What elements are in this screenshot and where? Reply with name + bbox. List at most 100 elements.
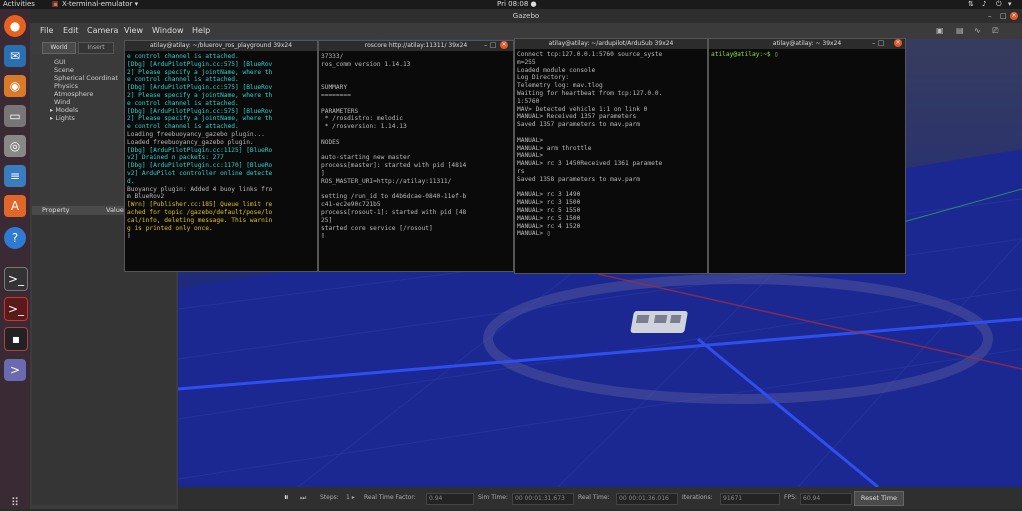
network-icon[interactable]: ⇅: [968, 0, 974, 9]
terminal-line: started core service [/rosout]: [321, 224, 433, 232]
terminal-line: * /rosversion: 1.14.13: [321, 123, 407, 131]
clock[interactable]: Pri 08:08 ●: [497, 0, 537, 9]
steps-label: Steps:: [320, 494, 339, 501]
reset-time-button[interactable]: Reset Time: [854, 491, 904, 506]
terminal-small-icon[interactable]: ▪: [4, 327, 28, 351]
terminal-line: MANUAL> rc 5 1500: [517, 214, 581, 222]
terminal-line: process[master]: started with pid [4814: [321, 162, 467, 170]
terminal-line: MANUAL> arm throttle: [517, 144, 592, 152]
terminal-output: Connect tcp:127.0.0.1:5760 source_syste m…: [517, 51, 705, 273]
tab-world[interactable]: World: [42, 42, 76, 54]
terminal-line: ros_comm version 1.14.13: [321, 60, 411, 68]
bluerov-model[interactable]: [630, 311, 688, 333]
real-time-label: Real Time:: [578, 494, 610, 501]
minimize-icon[interactable]: – □: [484, 40, 496, 50]
terminal-line: 37333/: [321, 53, 344, 60]
terminal-ardusub[interactable]: atilay@atilay: ~/ardupilot/ArduSub 39x24…: [514, 38, 708, 274]
terminal-line: m BlueRov2: [127, 193, 165, 201]
fps-label: FPS:: [784, 494, 797, 501]
terminal-output: atilay@atilay:~$ ▯: [711, 51, 903, 273]
terminal-line: ​: [321, 100, 511, 108]
terminal-line: 2] Please specify a jointName, where th: [127, 115, 273, 123]
terminal-line: process[rosout-1]: started with pid [48: [321, 208, 467, 216]
terminal-line: Saved 1357 parameters to mav.parm: [517, 121, 640, 129]
minimize-icon[interactable]: –: [988, 9, 992, 23]
value-column: Value: [106, 206, 124, 214]
terminal-line: Loaded module console: [517, 66, 596, 74]
terminal-output: 37333/ros_comm version 1.14.13​​SUMMARY=…: [321, 53, 511, 271]
terminal-line: g is printed only once.: [127, 224, 213, 232]
menu-help[interactable]: Help: [192, 23, 210, 39]
gazebo-title-bar: Gazebo – □ ×: [30, 9, 1022, 23]
screenshot-icon[interactable]: ▤: [956, 23, 964, 39]
gazebo-bottom-toolbar: ⏸ ⏭ Steps: 1 ▸ Real Time Factor: 0.94 Si…: [178, 487, 1022, 509]
terminal-line: 2] Please specify a jointName, where th: [127, 68, 273, 76]
terminal-output: e control channel is attached. [Dbg] [Ard…: [127, 53, 315, 271]
system-menu-icon[interactable]: ▾: [1008, 0, 1012, 9]
terminal-line: ​: [321, 131, 511, 139]
property-column: Property: [42, 206, 70, 214]
rhythmbox-icon[interactable]: ◉: [4, 75, 26, 97]
terminal-line: e control channel is attached.: [127, 76, 239, 84]
software-icon[interactable]: A: [4, 195, 26, 217]
sim-time-value: 00 00:01:31.673: [512, 493, 574, 505]
thunderbird-icon[interactable]: ✉: [4, 45, 26, 67]
power-icon[interactable]: ⏻: [996, 0, 1002, 9]
step-icon[interactable]: ⏭: [300, 487, 306, 509]
terminal-line: SUMMARY: [321, 84, 348, 92]
terminal-roscore[interactable]: roscore http://atilay:11311/ 39x24 37333…: [318, 40, 514, 272]
terminal-line: cal/info, deleting message. This warnin: [127, 216, 273, 224]
terminal-line: atilay@atilay:~$ ▯: [711, 51, 779, 58]
firefox-icon[interactable]: ●: [4, 15, 26, 37]
rtf-label: Real Time Factor:: [364, 494, 416, 501]
terminal-line: ​: [517, 184, 705, 192]
writer-icon[interactable]: ≡: [4, 165, 26, 187]
box-shape-icon[interactable]: ▣: [936, 23, 944, 39]
menu-view[interactable]: View: [124, 23, 143, 39]
terminal-line: MANUAL> rc 3 1450Received 1361 paramete: [517, 160, 663, 168]
menu-camera[interactable]: Camera: [87, 23, 118, 39]
terminal-line: [Dbg] [ArduPilotPlugin.cc:575] [BlueRov: [127, 107, 273, 115]
help-icon[interactable]: ?: [4, 227, 26, 249]
steps-value[interactable]: 1 ▸: [346, 487, 355, 509]
terminal-line: ROS_MASTER_URI=http://atilay:11311/: [321, 177, 452, 185]
menu-edit[interactable]: Edit: [63, 23, 79, 39]
menu-file[interactable]: File: [40, 23, 53, 39]
terminal-line: ​: [517, 129, 705, 137]
terminal-line: rs: [517, 167, 525, 175]
dock: ● ✉ ◉ ▭ ◎ ≡ A ? >_ >_ ▪ > ⠿: [0, 9, 30, 509]
terminal-line: ▯: [127, 232, 131, 240]
terminal-title: atilay@atilay: ~/ardupilot/ArduSub 39x24: [515, 39, 707, 49]
files-icon[interactable]: ▭: [4, 105, 26, 127]
close-icon[interactable]: ×: [1010, 12, 1018, 20]
terminal-line: Loaded freebuoyancy_gazebo plugin.: [127, 138, 254, 146]
settings-icon[interactable]: ◎: [4, 135, 26, 157]
app-menu[interactable]: X-terminal-emulator ▾: [62, 0, 138, 9]
terminal-line: NODES: [321, 138, 340, 146]
terminal-icon[interactable]: >_: [4, 267, 28, 291]
terminal-line: auto-starting new master: [321, 154, 411, 162]
terminal-line: MANUAL> rc 3 1500: [517, 199, 581, 207]
terminal-red-icon[interactable]: >_: [4, 297, 28, 321]
terminal-line: MANUAL> rc 4 1520: [517, 222, 581, 230]
activities-button[interactable]: Activities: [3, 0, 35, 9]
plot-icon[interactable]: ∿: [974, 23, 981, 39]
pause-icon[interactable]: ⏸: [284, 487, 289, 509]
xterm-icon[interactable]: >: [4, 359, 26, 381]
maximize-icon[interactable]: □: [1000, 9, 1007, 23]
minimize-icon[interactable]: – □: [872, 38, 884, 48]
volume-icon[interactable]: ♪: [982, 0, 986, 9]
tab-insert[interactable]: Insert: [78, 42, 114, 54]
close-icon[interactable]: ×: [894, 39, 902, 47]
record-icon[interactable]: ⎚: [992, 23, 998, 39]
terminal-home[interactable]: atilay@atilay: ~ 39x24 atilay@atilay:~$ …: [708, 38, 906, 274]
terminal-line: 25]: [321, 216, 333, 224]
gazebo-title: Gazebo: [512, 12, 540, 20]
terminal-bluerov[interactable]: atilay@atilay: ~/bluerov_ros_playground …: [124, 40, 318, 272]
terminal-line: ​: [321, 76, 511, 84]
terminal-line: MANUAL> rc 5 1550: [517, 206, 581, 214]
terminal-line: v2] ArduPilot controller online detecte: [127, 169, 273, 177]
terminal-line: e control channel is attached.: [127, 123, 239, 131]
menu-window[interactable]: Window: [152, 23, 184, 39]
close-icon[interactable]: ×: [500, 41, 508, 49]
